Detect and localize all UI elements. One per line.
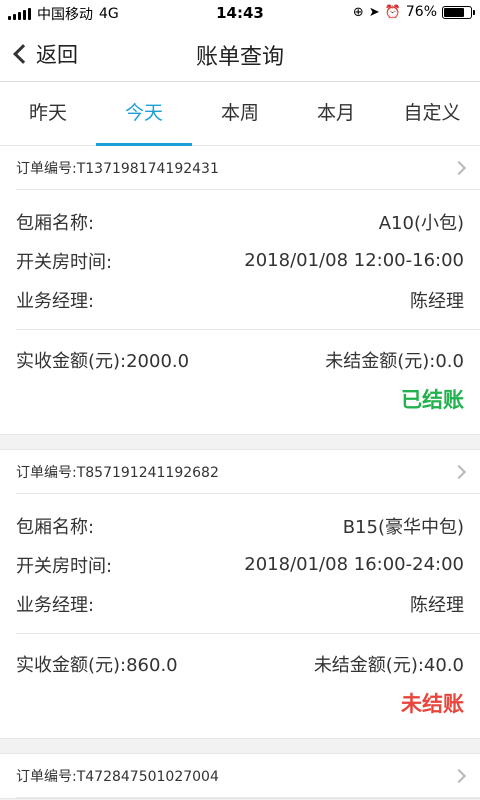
tab-4[interactable]: 自定义 bbox=[384, 82, 480, 145]
location-icon: ➤ bbox=[368, 4, 380, 20]
room-row: 包厢名称: B15(豪华中包) bbox=[16, 506, 464, 545]
order-number: 订单编号:T137198174192431 bbox=[16, 160, 219, 177]
room-row: 包厢名称: A10(小包) bbox=[16, 202, 464, 241]
back-label: 返回 bbox=[36, 43, 78, 67]
room-label: 包厢名称: bbox=[16, 212, 95, 234]
received-amount: 实收金额(元):860.0 bbox=[16, 655, 178, 676]
order-info: 包厢名称: B15(豪华中包) 开关房时间: 2018/01/08 16:00-… bbox=[16, 494, 480, 634]
amounts-row: 实收金额(元):2000.0 未结金额(元):0.0 bbox=[16, 344, 464, 376]
settlement-status: 未结账 bbox=[401, 692, 464, 716]
order-header[interactable]: 订单编号:T857191241192682 bbox=[16, 450, 480, 494]
unsettled-amount: 未结金额(元):0.0 bbox=[325, 351, 464, 372]
room-value: B15(豪华中包) bbox=[342, 516, 464, 538]
received-amount: 实收金额(元):2000.0 bbox=[16, 351, 190, 372]
battery-percent: 76% bbox=[405, 4, 437, 20]
rotation-lock-icon: ⊕ bbox=[352, 4, 364, 20]
tab-0[interactable]: 昨天 bbox=[0, 82, 96, 145]
tab-2[interactable]: 本周 bbox=[192, 82, 288, 145]
manager-value: 陈经理 bbox=[410, 594, 464, 616]
manager-label: 业务经理: bbox=[16, 594, 95, 616]
time-value: 2018/01/08 16:00-24:00 bbox=[244, 554, 464, 575]
tab-3[interactable]: 本月 bbox=[288, 82, 384, 145]
chevron-right-icon bbox=[451, 768, 467, 783]
manager-label: 业务经理: bbox=[16, 290, 95, 312]
chevron-right-icon bbox=[451, 160, 467, 175]
nav-bar: 返回 账单查询 bbox=[0, 26, 480, 82]
order-totals: 实收金额(元):860.0 未结金额(元):40.0 未结账 bbox=[16, 634, 480, 738]
order-info: 包厢名称: A10(小包) 开关房时间: 2018/01/08 12:00-16… bbox=[16, 190, 480, 330]
back-button[interactable]: 返回 bbox=[10, 36, 78, 72]
room-label: 包厢名称: bbox=[16, 516, 95, 538]
bill-card: 订单编号:T137198174192431 包厢名称: A10(小包) 开关房时… bbox=[0, 146, 480, 435]
alarm-icon: ⏰ bbox=[384, 4, 401, 20]
order-number: 订单编号:T857191241192682 bbox=[16, 464, 219, 481]
amounts-row: 实收金额(元):860.0 未结金额(元):40.0 bbox=[16, 648, 464, 680]
settlement-status: 已结账 bbox=[401, 388, 464, 412]
manager-row: 业务经理: 陈经理 bbox=[16, 280, 464, 319]
tab-1[interactable]: 今天 bbox=[96, 82, 192, 146]
manager-value: 陈经理 bbox=[410, 290, 464, 312]
time-label: 开关房时间: bbox=[16, 555, 113, 577]
time-label: 开关房时间: bbox=[16, 251, 113, 273]
order-totals: 实收金额(元):2000.0 未结金额(元):0.0 已结账 bbox=[16, 330, 480, 434]
date-tabs: 昨天 今天 本周 本月 自定义 bbox=[0, 82, 480, 146]
status-right: ⊕ ➤ ⏰ 76% bbox=[352, 4, 475, 20]
battery-level bbox=[444, 7, 464, 17]
room-value: A10(小包) bbox=[378, 212, 464, 234]
manager-row: 业务经理: 陈经理 bbox=[16, 584, 464, 623]
chevron-right-icon bbox=[451, 464, 467, 479]
time-row: 开关房时间: 2018/01/08 12:00-16:00 bbox=[16, 241, 464, 280]
bill-card: 订单编号:T857191241192682 包厢名称: B15(豪华中包) 开关… bbox=[0, 449, 480, 739]
time-row: 开关房时间: 2018/01/08 16:00-24:00 bbox=[16, 545, 464, 584]
bill-card: 订单编号:T472847501027004 bbox=[0, 753, 480, 799]
battery-icon bbox=[442, 5, 475, 19]
chevron-left-icon bbox=[13, 44, 33, 64]
order-number: 订单编号:T472847501027004 bbox=[16, 768, 219, 785]
bill-list: 订单编号:T137198174192431 包厢名称: A10(小包) 开关房时… bbox=[0, 146, 480, 799]
order-header[interactable]: 订单编号:T137198174192431 bbox=[16, 146, 480, 190]
unsettled-amount: 未结金额(元):40.0 bbox=[313, 655, 464, 676]
time-value: 2018/01/08 12:00-16:00 bbox=[244, 250, 464, 271]
status-bar: 中国移动 4G 14:43 ⊕ ➤ ⏰ 76% bbox=[0, 0, 480, 26]
order-header[interactable]: 订单编号:T472847501027004 bbox=[16, 754, 480, 798]
